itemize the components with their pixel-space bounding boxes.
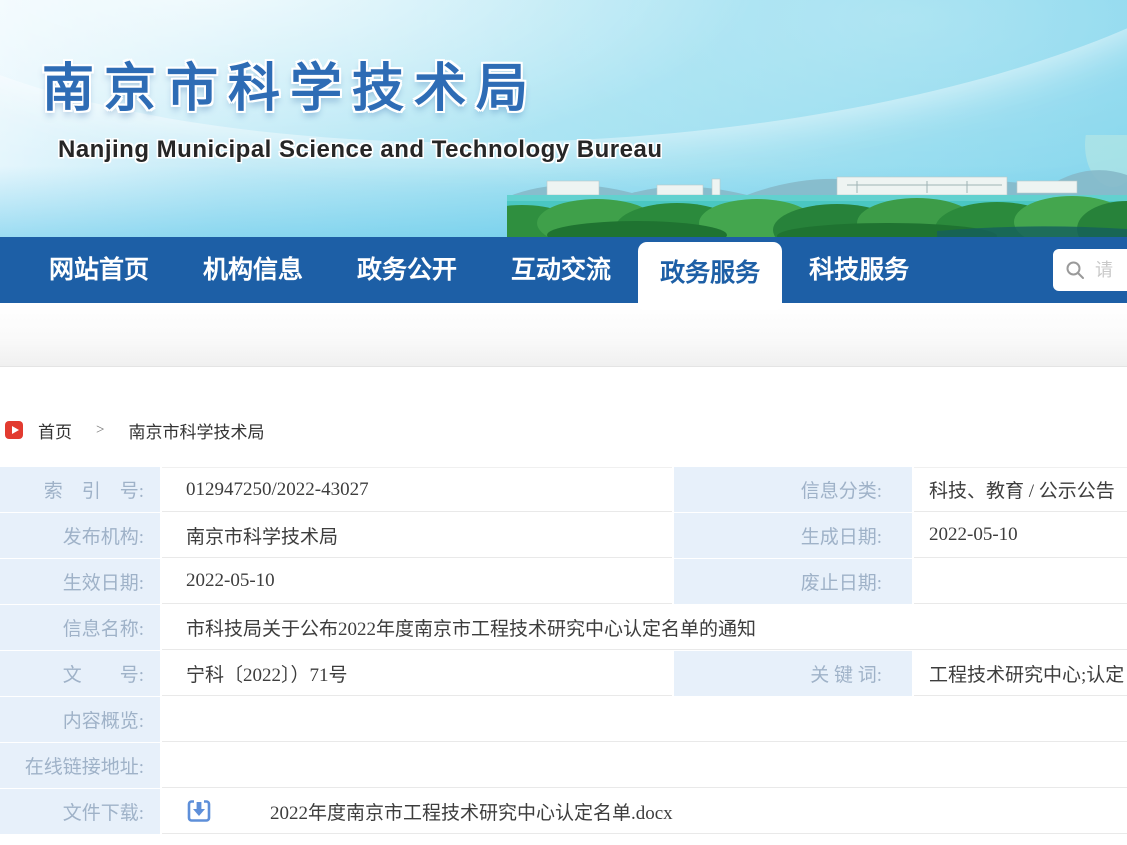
search-input[interactable] (1095, 260, 1127, 281)
online-link-label: 在线链接地址: (0, 743, 160, 788)
site-banner: 南京市科学技术局 Nanjing Municipal Science and T… (0, 0, 1127, 237)
table-row: 索 引 号: 012947250/2022-43027 信息分类: 科技、教育 … (0, 467, 1127, 512)
abolition-date-label: 废止日期: (674, 559, 912, 604)
effective-date-value: 2022-05-10 (162, 559, 672, 604)
created-date-value: 2022-05-10 (914, 513, 1127, 558)
table-row: 内容概览: (0, 697, 1127, 742)
main-navigation: 网站首页 机构信息 政务公开 互动交流 政务服务 科技服务 (0, 237, 1127, 303)
download-icon[interactable] (186, 798, 212, 824)
publisher-label: 发布机构: (0, 513, 160, 558)
file-download-label: 文件下载: (0, 789, 160, 834)
index-number-label: 索 引 号: (0, 467, 160, 512)
breadcrumb-home-icon (5, 421, 23, 439)
breadcrumb-current-page: 南京市科学技术局 (128, 418, 264, 443)
table-row: 信息名称: 市科技局关于公布2022年度南京市工程技术研究中心认定名单的通知 (0, 605, 1127, 650)
index-number-value: 012947250/2022-43027 (162, 467, 672, 512)
subnav-strip (0, 303, 1127, 367)
online-link-value (162, 743, 1127, 788)
nav-item-gov-service-active[interactable]: 政务服务 (638, 242, 782, 310)
content-summary-label: 内容概览: (0, 697, 160, 742)
nav-item-org-info[interactable]: 机构信息 (176, 237, 330, 303)
file-download-value: 2022年度南京市工程技术研究中心认定名单.docx (162, 789, 1127, 834)
table-row: 发布机构: 南京市科学技术局 生成日期: 2022-05-10 (0, 513, 1127, 558)
search-icon (1065, 260, 1085, 280)
site-title-chinese: 南京市科学技术局 (42, 46, 538, 121)
effective-date-label: 生效日期: (0, 559, 160, 604)
content-summary-value (162, 697, 1127, 742)
search-box[interactable] (1053, 249, 1127, 291)
download-file-link[interactable]: 2022年度南京市工程技术研究中心认定名单.docx (270, 798, 673, 825)
doc-number-value: 宁科〔2022〕）71号 (162, 651, 672, 696)
table-row: 文 号: 宁科〔2022〕）71号 关 键 词: 工程技术研究中心;认定 (0, 651, 1127, 696)
nav-item-interaction[interactable]: 互动交流 (484, 237, 638, 303)
keyword-label: 关 键 词: (674, 651, 912, 696)
nav-item-home[interactable]: 网站首页 (22, 237, 176, 303)
info-category-value: 科技、教育 / 公示公告 (914, 467, 1127, 512)
table-row: 在线链接地址: (0, 743, 1127, 788)
keyword-value: 工程技术研究中心;认定 (914, 651, 1127, 696)
nav-item-gov-open[interactable]: 政务公开 (330, 237, 484, 303)
breadcrumb-home-link[interactable]: 首页 (38, 418, 72, 443)
doc-number-label: 文 号: (0, 651, 160, 696)
publisher-value: 南京市科学技术局 (162, 513, 672, 558)
document-info-table: 索 引 号: 012947250/2022-43027 信息分类: 科技、教育 … (0, 467, 1127, 834)
site-title-english: Nanjing Municipal Science and Technology… (58, 136, 662, 164)
created-date-label: 生成日期: (674, 513, 912, 558)
nav-item-tech-service[interactable]: 科技服务 (782, 237, 936, 303)
breadcrumb: 首页 > 南京市科学技术局 (5, 419, 1127, 441)
info-category-label: 信息分类: (674, 467, 912, 512)
breadcrumb-separator: > (96, 422, 104, 439)
table-row: 文件下载: 2022年度南京市工程技术研究中心认定名单.docx (0, 789, 1127, 834)
info-name-label: 信息名称: (0, 605, 160, 650)
page: 南京市科学技术局 Nanjing Municipal Science and T… (0, 0, 1127, 845)
info-name-value: 市科技局关于公布2022年度南京市工程技术研究中心认定名单的通知 (162, 605, 1127, 650)
table-row: 生效日期: 2022-05-10 废止日期: (0, 559, 1127, 604)
abolition-date-value (914, 559, 1127, 604)
